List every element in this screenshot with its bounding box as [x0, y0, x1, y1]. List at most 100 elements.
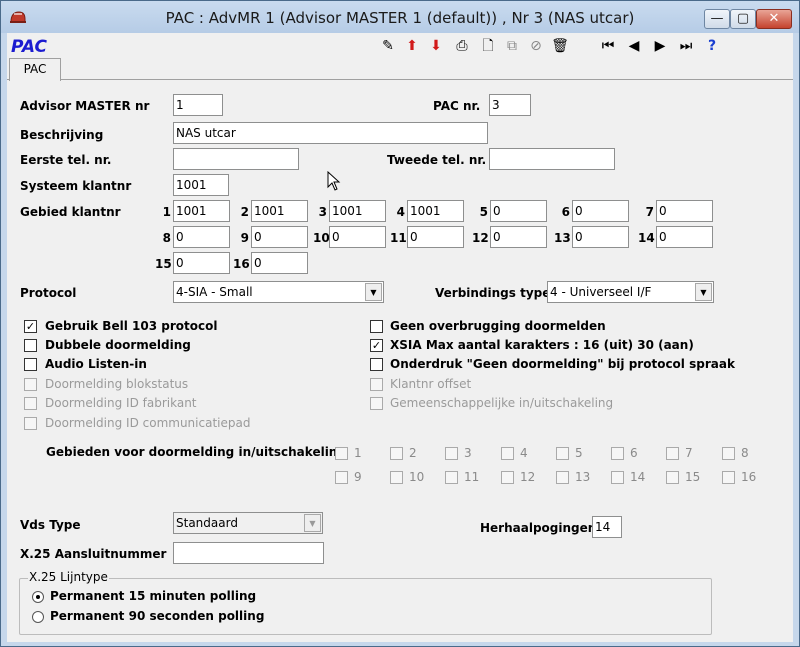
gebied-field-5[interactable]: 0 — [490, 200, 547, 222]
minimize-icon: — — [710, 11, 724, 26]
gebied-checkbox-5 — [556, 447, 569, 460]
gebied-checkbox-15 — [666, 471, 679, 484]
verbindings-type-label: Verbindings type — [435, 286, 551, 300]
bell-103-checkbox[interactable]: ✓ — [24, 320, 37, 333]
gebied-field-1[interactable]: 1001 — [173, 200, 230, 222]
tab-strip: PAC — [7, 58, 793, 81]
doormelding-id-fabrikant-label: Doormelding ID fabrikant — [45, 396, 197, 410]
delete-icon[interactable]: 🗑 — [549, 35, 571, 57]
minimize-button[interactable]: — — [704, 9, 730, 29]
gebied-field-6[interactable]: 0 — [572, 200, 629, 222]
gebied-field-10[interactable]: 0 — [329, 226, 386, 248]
gebied-checkbox-2 — [390, 447, 403, 460]
x25-lijntype-group: X.25 Lijntype Permanent 15 minuten polli… — [19, 570, 712, 635]
doormelding-id-communicatiepad-checkbox — [24, 417, 37, 430]
dubbele-doormelding-checkbox[interactable] — [24, 339, 37, 352]
gebied-field-15[interactable]: 0 — [173, 252, 230, 274]
audio-listen-in-checkbox[interactable] — [24, 358, 37, 371]
gebied-klantnr-label: Gebied klantnr — [20, 205, 121, 219]
pac-nr-field[interactable]: 3 — [489, 94, 531, 116]
maximize-button[interactable]: ▢ — [730, 9, 756, 29]
xsia-max-label: XSIA Max aantal karakters : 16 (uit) 30 … — [390, 338, 694, 352]
app-logo: PAC — [11, 37, 48, 57]
last-icon[interactable]: ⏭ — [675, 35, 697, 57]
maximize-icon: ▢ — [736, 11, 750, 26]
chevron-down-icon: ▼ — [304, 514, 321, 532]
gebied-field-16[interactable]: 0 — [251, 252, 308, 274]
gebied-field-3[interactable]: 1001 — [329, 200, 386, 222]
gebied-field-13[interactable]: 0 — [572, 226, 629, 248]
gebied-checkbox-label: 10 — [409, 470, 425, 484]
pac-nr-label: PAC nr. — [433, 99, 481, 113]
gebied-field-11[interactable]: 0 — [407, 226, 464, 248]
gebied-checkbox-4 — [501, 447, 514, 460]
print-icon[interactable]: ⎙ — [451, 35, 473, 57]
advisor-master-nr-field[interactable]: 1 — [173, 94, 223, 116]
gebied-checkbox-3 — [445, 447, 458, 460]
verbindings-type-select[interactable]: 4 - Universeel I/F ▼ — [547, 281, 714, 303]
first-icon[interactable]: ⏮ — [597, 35, 619, 57]
doormelding-id-communicatiepad-label: Doormelding ID communicatiepad — [45, 416, 251, 430]
protocol-select[interactable]: 4-SIA - Small ▼ — [173, 281, 384, 303]
systeem-klantnr-field[interactable]: 1001 — [173, 174, 229, 196]
gebied-number: 7 — [645, 205, 654, 219]
gebied-checkbox-label: 1 — [354, 446, 362, 460]
doormelding-blokstatus-label: Doormelding blokstatus — [45, 377, 189, 391]
cancel-icon[interactable]: ⊘ — [525, 35, 547, 57]
gebied-checkbox-8 — [722, 447, 735, 460]
gebied-checkbox-label: 9 — [354, 470, 362, 484]
next-icon[interactable]: ▶ — [649, 35, 671, 57]
title-bar[interactable]: PAC : AdvMR 1 (Advisor MASTER 1 (default… — [1, 1, 799, 33]
up-arrow-icon[interactable]: ⬆ — [401, 35, 423, 57]
gebied-field-12[interactable]: 0 — [490, 226, 547, 248]
herhaalpogingen-field[interactable]: 14 — [592, 516, 622, 538]
gebied-field-14[interactable]: 0 — [656, 226, 713, 248]
down-arrow-icon[interactable]: ⬇ — [425, 35, 447, 57]
tweede-tel-field[interactable] — [489, 148, 615, 170]
gebied-number: 14 — [638, 231, 655, 245]
previous-icon[interactable]: ◀ — [623, 35, 645, 57]
geen-overbrugging-checkbox[interactable] — [370, 320, 383, 333]
gebied-field-8[interactable]: 0 — [173, 226, 230, 248]
gebied-checkbox-label: 3 — [464, 446, 472, 460]
eerste-tel-label: Eerste tel. nr. — [20, 153, 112, 167]
gebied-checkbox-label: 13 — [575, 470, 591, 484]
beschrijving-field[interactable]: NAS utcar — [173, 122, 488, 144]
gebied-number: 3 — [318, 205, 327, 219]
gebied-checkbox-1 — [335, 447, 348, 460]
edit-icon[interactable]: ✎ — [377, 35, 399, 57]
pac-window: PAC : AdvMR 1 (Advisor MASTER 1 (default… — [0, 0, 800, 647]
gebied-checkbox-14 — [611, 471, 624, 484]
gebied-field-2[interactable]: 1001 — [251, 200, 308, 222]
eerste-tel-field[interactable] — [173, 148, 299, 170]
gebied-checkbox-label: 6 — [630, 446, 638, 460]
dubbele-doormelding-label: Dubbele doormelding — [45, 338, 191, 352]
gebied-field-4[interactable]: 1001 — [407, 200, 464, 222]
gebied-checkbox-label: 12 — [520, 470, 536, 484]
gebied-field-7[interactable]: 0 — [656, 200, 713, 222]
gebied-number: 11 — [390, 231, 407, 245]
xsia-max-checkbox[interactable]: ✓ — [370, 339, 383, 352]
gebied-number: 12 — [472, 231, 489, 245]
gebied-number: 5 — [479, 205, 488, 219]
chevron-down-icon[interactable]: ▼ — [695, 283, 712, 301]
gebied-checkbox-label: 8 — [741, 446, 749, 460]
onderdruk-checkbox[interactable] — [370, 358, 383, 371]
mouse-pointer-icon — [327, 170, 341, 196]
vds-type-select: Standaard ▼ — [173, 512, 323, 534]
help-icon[interactable]: ? — [701, 35, 723, 57]
close-button[interactable]: ✕ — [756, 9, 792, 29]
gebied-field-9[interactable]: 0 — [251, 226, 308, 248]
gebied-checkbox-16 — [722, 471, 735, 484]
chevron-down-icon[interactable]: ▼ — [365, 283, 382, 301]
copy-icon[interactable]: ⧉ — [501, 35, 523, 57]
gemeenschappelijke-checkbox — [370, 397, 383, 410]
x25-lijntype-title: X.25 Lijntype — [28, 570, 109, 584]
polling-15-min-radio[interactable] — [32, 591, 44, 603]
gebied-checkbox-9 — [335, 471, 348, 484]
new-doc-icon[interactable]: 🗋 — [477, 35, 499, 57]
systeem-klantnr-label: Systeem klantnr — [20, 179, 132, 193]
polling-90-sec-radio[interactable] — [32, 611, 44, 623]
tab-pac[interactable]: PAC — [9, 58, 61, 81]
x25-aansluitnummer-field[interactable] — [173, 542, 324, 564]
